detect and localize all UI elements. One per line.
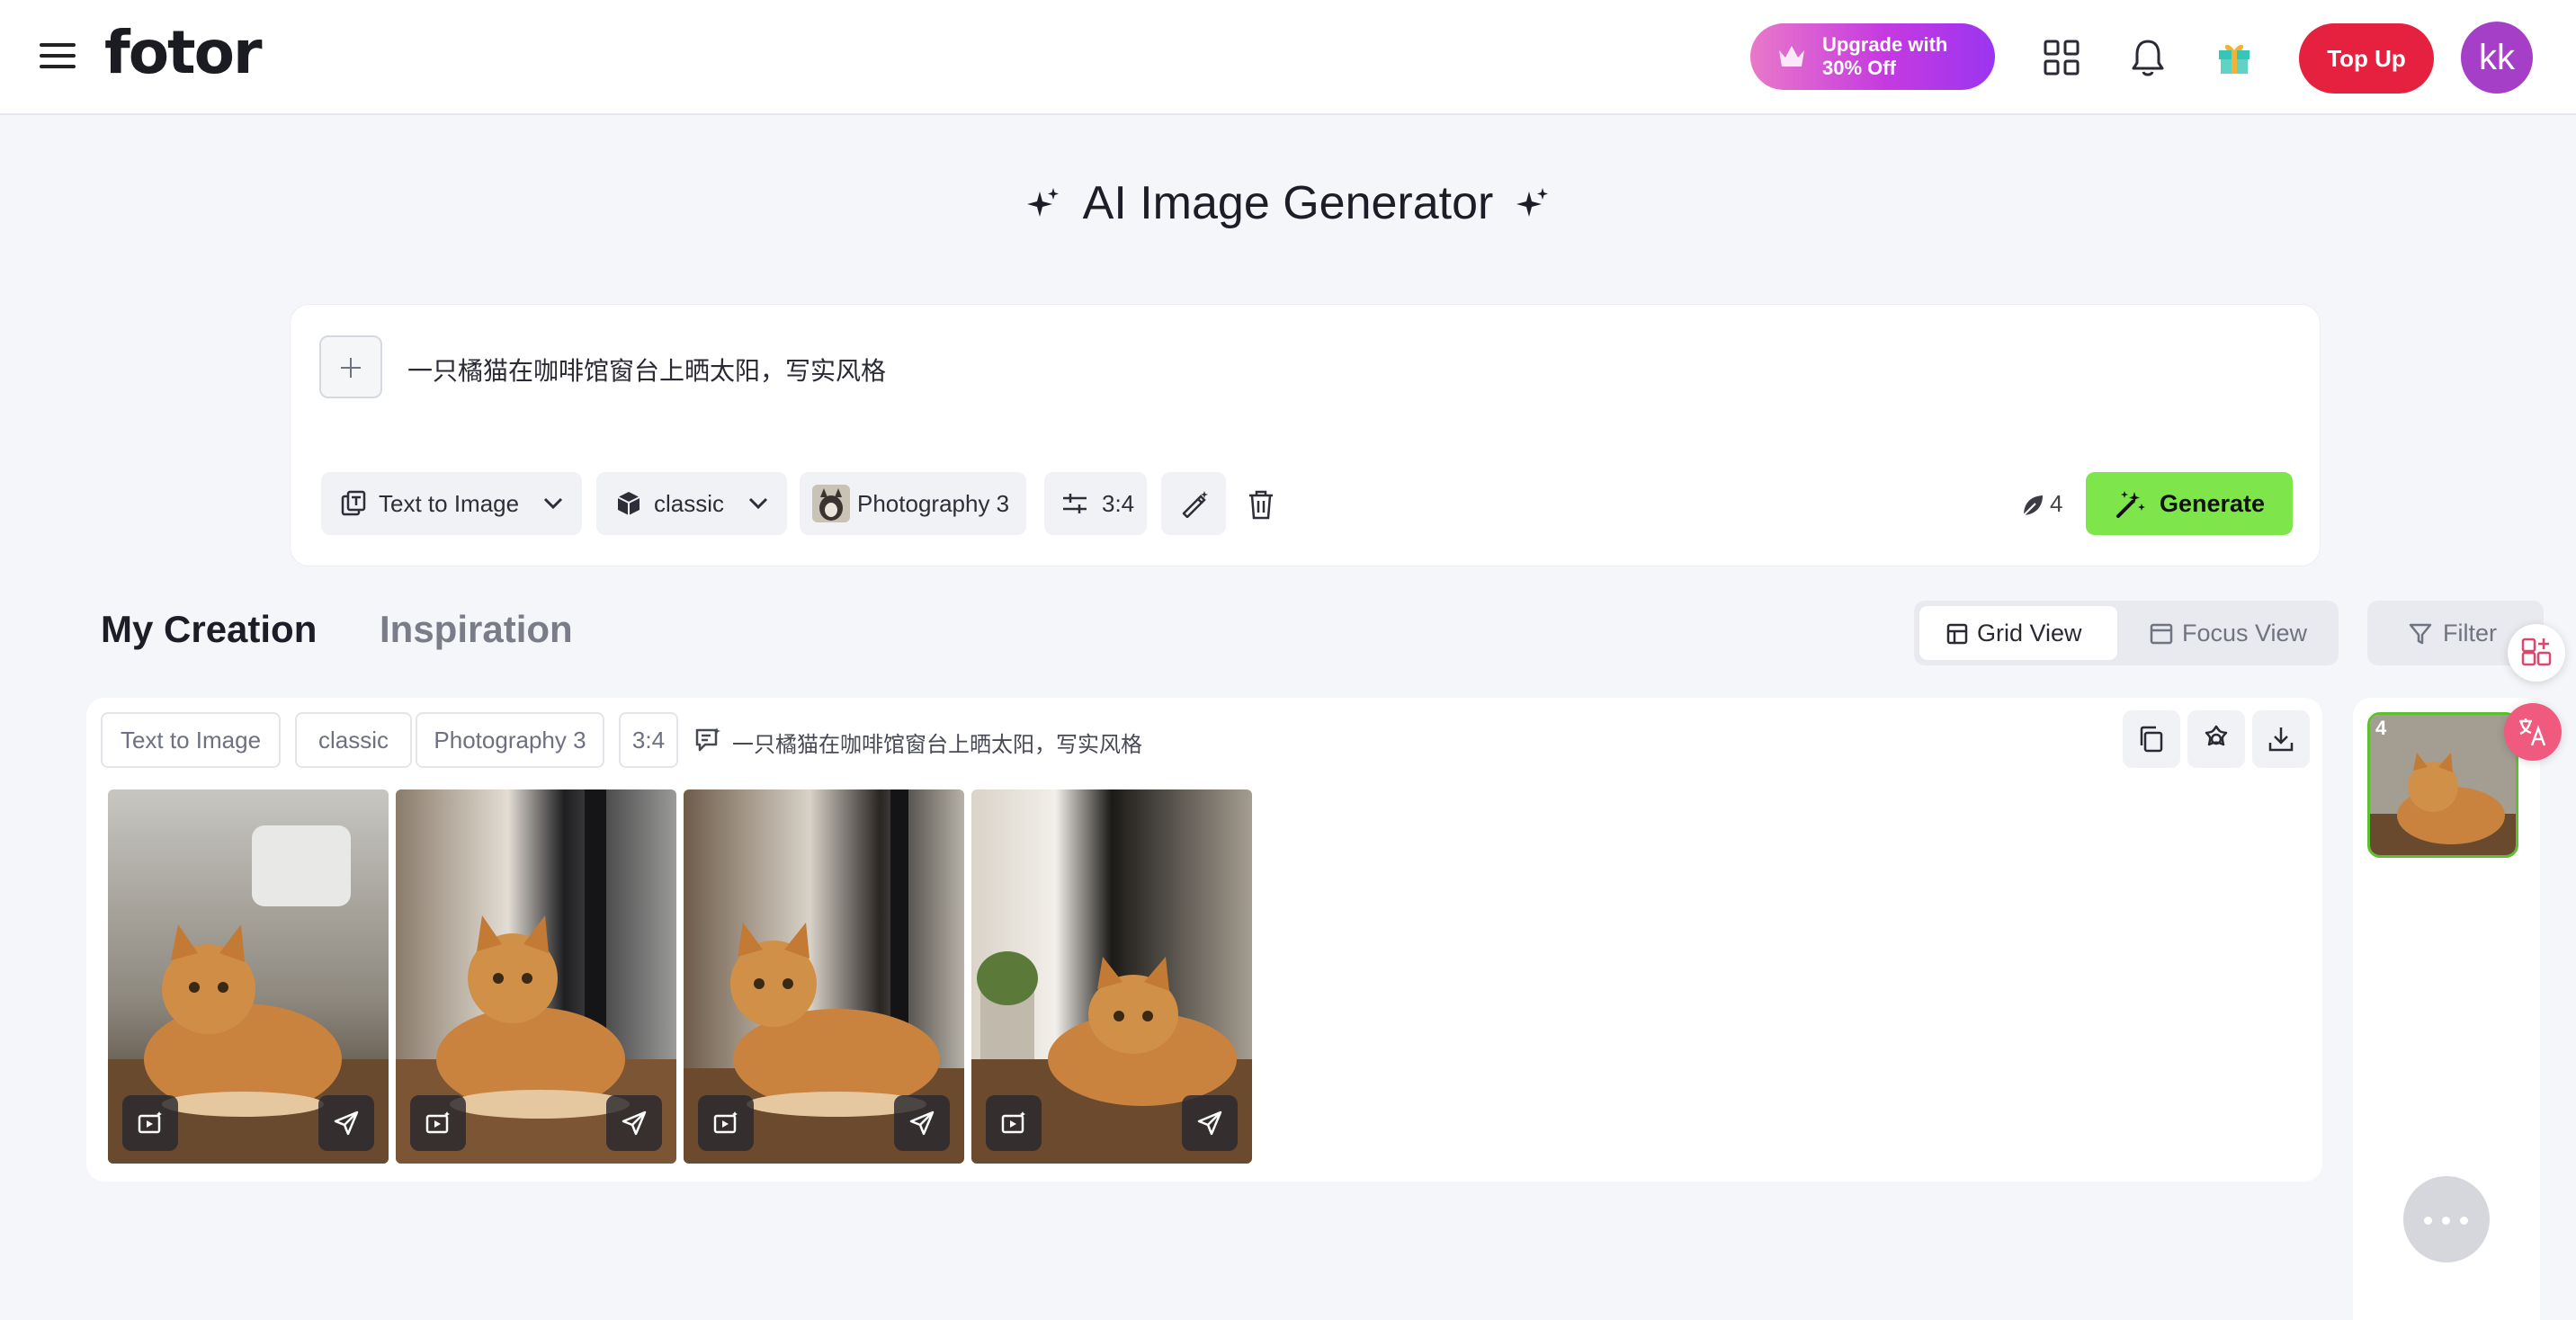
user-avatar[interactable]: kk (2461, 22, 2533, 94)
bell-icon[interactable] (2124, 34, 2171, 81)
cat-photo-image (2370, 715, 2516, 855)
video-play-icon (425, 1111, 450, 1134)
sparkle-icon (1027, 188, 1060, 217)
model-dropdown[interactable]: classic (596, 472, 787, 535)
grid-view-label: Grid View (1977, 620, 2082, 647)
share-image-button[interactable] (606, 1095, 662, 1151)
prompt-input[interactable]: 一只橘猫在咖啡馆窗台上晒太阳，写实风格 (407, 352, 886, 388)
copy-icon (2140, 726, 2163, 753)
generated-image-2[interactable] (396, 789, 676, 1164)
upgrade-line2: 30% Off (1822, 57, 1896, 79)
tab-my-creation[interactable]: My Creation (101, 608, 317, 651)
generated-image-3[interactable] (684, 789, 964, 1164)
animate-image-button[interactable] (986, 1095, 1042, 1151)
send-icon (909, 1110, 935, 1136)
apps-add-icon (2521, 638, 2552, 666)
style-label: Photography 3 (857, 490, 1010, 517)
send-icon (622, 1110, 647, 1136)
model-label: classic (654, 490, 725, 517)
chevron-down-icon (748, 497, 768, 510)
download-button[interactable] (2252, 710, 2310, 768)
page-title-area: AI Image Generator (0, 176, 2576, 230)
result-tag-style: Photography 3 (416, 712, 604, 768)
top-up-button[interactable]: Top Up (2299, 23, 2434, 94)
ratio-label: 3:4 (1102, 490, 1135, 517)
style-selector[interactable]: Photography 3 (800, 472, 1026, 535)
generated-image-1[interactable] (108, 789, 389, 1164)
download-icon (2268, 727, 2294, 752)
generated-image-4[interactable] (971, 789, 1252, 1164)
animate-image-button[interactable] (122, 1095, 178, 1151)
grid-view-button[interactable]: Grid View (1919, 606, 2117, 660)
filter-icon (2409, 623, 2432, 645)
text-to-image-icon (341, 490, 366, 516)
upgrade-button[interactable]: Upgrade with 30% Off (1750, 23, 1995, 90)
view-toggle: Grid View Focus View (1914, 601, 2339, 665)
fotor-logo[interactable]: fotor (104, 18, 262, 87)
send-icon (334, 1110, 359, 1136)
ai-sparkle-icon (2205, 725, 2228, 746)
filter-label: Filter (2443, 620, 2497, 647)
mode-label: Text to Image (379, 490, 520, 517)
credits-indicator: 4 (2021, 490, 2062, 518)
focus-view-button[interactable]: Focus View (2123, 606, 2331, 660)
aspect-ratio-selector[interactable]: 3:4 (1044, 472, 1147, 535)
send-icon (1197, 1110, 1222, 1136)
prompt-card: 一只橘猫在咖啡馆窗台上晒太阳，写实风格 Text to Image classi… (290, 304, 2321, 566)
history-item[interactable]: 4 (2367, 712, 2518, 858)
apps-add-float-button[interactable] (2508, 624, 2565, 682)
tab-inspiration[interactable]: Inspiration (380, 608, 573, 651)
trash-icon[interactable] (1246, 488, 1276, 521)
share-image-button[interactable] (1182, 1095, 1238, 1151)
window-icon (2150, 623, 2173, 645)
result-tag-ratio: 3:4 (619, 712, 678, 768)
prompt-text-icon (695, 727, 720, 752)
animate-image-button[interactable] (410, 1095, 466, 1151)
chevron-down-icon (543, 497, 563, 510)
share-image-button[interactable] (894, 1095, 950, 1151)
share-image-button[interactable] (318, 1095, 374, 1151)
adjust-sliders-icon (1063, 494, 1087, 513)
page-title: AI Image Generator (1082, 177, 1494, 229)
credits-count: 4 (2050, 490, 2063, 517)
translate-icon (2519, 718, 2546, 746)
translate-float-button[interactable] (2504, 703, 2562, 761)
magic-pen-icon (1182, 491, 1208, 518)
apps-grid-icon[interactable] (2038, 34, 2085, 81)
add-image-button[interactable] (319, 335, 382, 398)
history-count: 4 (2375, 717, 2387, 739)
result-tag-mode: Text to Image (101, 712, 281, 768)
magic-edit-button[interactable] (1161, 472, 1226, 535)
animate-image-button[interactable] (698, 1095, 754, 1151)
sparkle-icon (1516, 188, 1548, 217)
upgrade-line1: Upgrade with (1822, 33, 1948, 56)
crown-icon (1779, 46, 1804, 67)
result-prompt: 一只橘猫在咖啡馆窗台上晒太阳，写实风格 (732, 732, 1142, 757)
result-tag-model: classic (295, 712, 412, 768)
top-header: fotor Upgrade with 30% Off Top Up kk (0, 0, 2576, 115)
mode-dropdown[interactable]: Text to Image (321, 472, 582, 535)
copy-prompt-button[interactable] (2123, 710, 2180, 768)
magic-wand-icon (2116, 491, 2145, 518)
gift-icon[interactable] (2211, 34, 2258, 81)
focus-view-label: Focus View (2182, 620, 2308, 647)
more-options-button[interactable] (2403, 1176, 2490, 1262)
result-card: Text to Image classic Photography 3 3:4 … (86, 698, 2322, 1182)
leaf-icon (2023, 495, 2043, 516)
generate-label: Generate (2160, 490, 2266, 517)
cube-icon (617, 492, 640, 515)
table-icon (1946, 623, 1968, 645)
menu-icon[interactable] (40, 36, 76, 79)
generate-button[interactable]: Generate (2086, 472, 2293, 535)
video-play-icon (713, 1111, 738, 1134)
style-thumbnail-icon (812, 485, 850, 522)
regenerate-button[interactable] (2187, 710, 2245, 768)
video-play-icon (1001, 1111, 1025, 1134)
video-play-icon (138, 1111, 162, 1134)
